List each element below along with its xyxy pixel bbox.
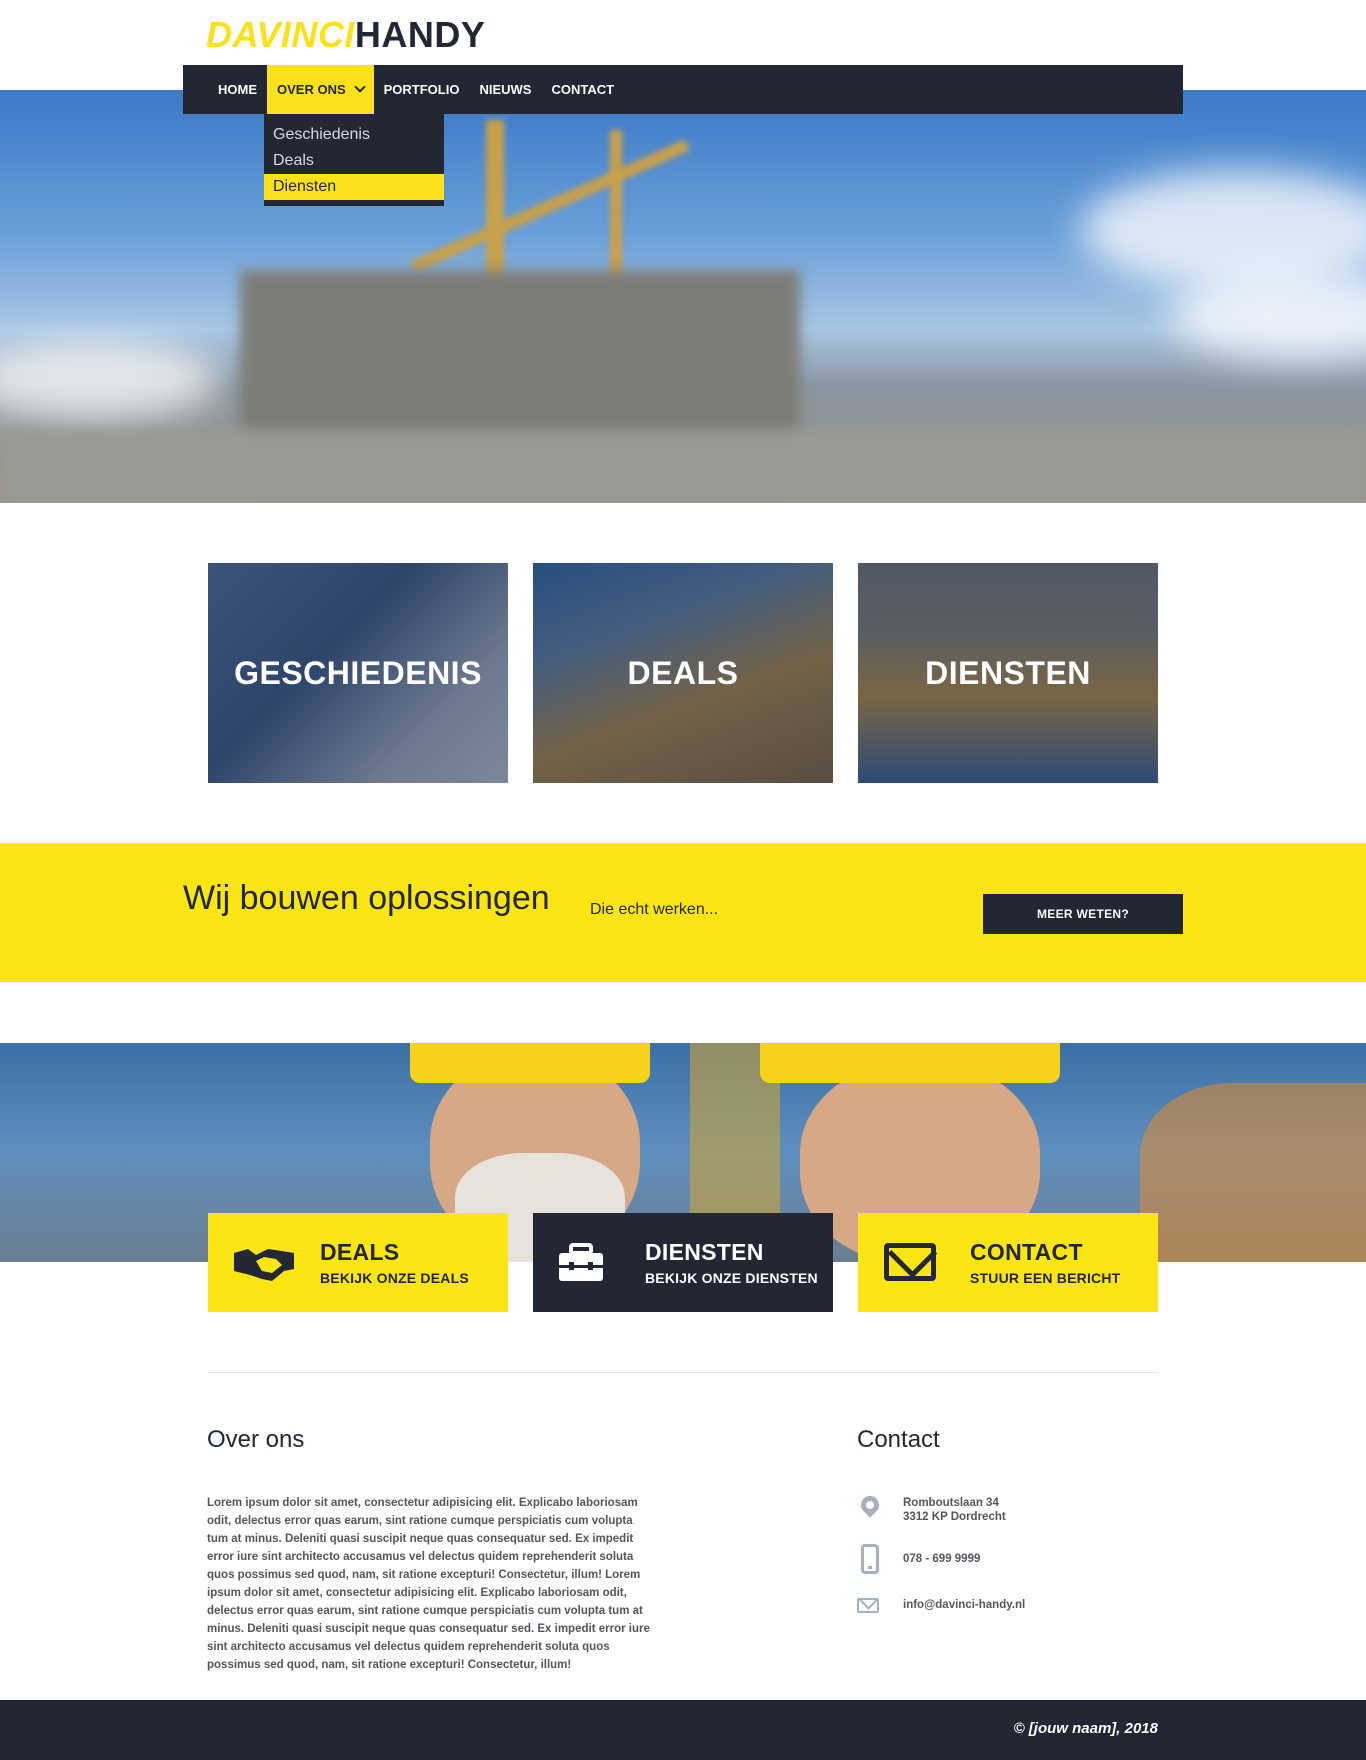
address-line2: 3312 KP Dordrecht	[903, 1511, 1006, 1523]
hero-image	[0, 90, 1366, 503]
over-ons-dropdown: Geschiedenis Deals Diensten	[264, 114, 444, 206]
location-pin-icon	[857, 1492, 883, 1518]
dropdown-item-deals[interactable]: Deals	[264, 148, 444, 174]
nav-home[interactable]: HOME	[208, 65, 267, 114]
toolbox-icon	[559, 1243, 603, 1281]
email-link[interactable]: info@davinci-handy.nl	[903, 1598, 1025, 1612]
action-subtitle: BEKIJK ONZE DIENSTEN	[645, 1270, 818, 1286]
action-deals[interactable]: DEALS BEKIJK ONZE DEALS	[208, 1213, 508, 1312]
envelope-icon	[857, 1598, 879, 1613]
contact-phone: 078 - 699 9999	[857, 1544, 980, 1574]
cta-subtitle: Die echt werken...	[590, 901, 719, 918]
contact-address: Romboutslaan 34 3312 KP Dordrecht	[857, 1492, 1006, 1524]
about-title: Over ons	[207, 1426, 305, 1453]
cta-title: Wij bouwen oplossingen	[183, 879, 550, 917]
tile-title: DIENSTEN	[925, 654, 1091, 691]
nav-over-ons[interactable]: OVER ONS	[267, 65, 374, 114]
tile-diensten[interactable]: DIENSTEN	[858, 563, 1158, 783]
mail-icon	[884, 1243, 936, 1281]
tile-geschiedenis[interactable]: GESCHIEDENIS	[208, 563, 508, 783]
logo-part1: DAVINCI	[206, 14, 355, 55]
meer-weten-button[interactable]: MEER WETEN?	[983, 894, 1183, 934]
dropdown-item-geschiedenis[interactable]: Geschiedenis	[264, 122, 444, 148]
chevron-down-icon	[353, 81, 366, 93]
logo-part2: HANDY	[354, 14, 486, 55]
nav-over-ons-label: OVER ONS	[277, 82, 346, 97]
dropdown-item-diensten[interactable]: Diensten	[264, 174, 444, 200]
action-title: CONTACT	[970, 1239, 1083, 1265]
contact-email: info@davinci-handy.nl	[857, 1594, 1025, 1620]
footer: © [jouw naam], 2018	[0, 1700, 1366, 1760]
about-text: Lorem ipsum dolor sit amet, consectetur …	[207, 1497, 650, 1671]
logo[interactable]: DAVINCIHANDY	[206, 10, 485, 60]
nav-nieuws[interactable]: NIEUWS	[469, 65, 541, 114]
divider	[208, 1372, 1158, 1373]
main-nav: HOME OVER ONS PORTFOLIO NIEUWS CONTACT	[183, 65, 1183, 114]
address-line1: Romboutslaan 34	[903, 1497, 999, 1509]
action-title: DEALS	[320, 1239, 400, 1265]
tile-title: DEALS	[627, 654, 739, 691]
action-subtitle: BEKIJK ONZE DEALS	[320, 1270, 469, 1286]
handshake-icon	[234, 1249, 294, 1281]
nav-contact[interactable]: CONTACT	[541, 65, 624, 114]
phone-number[interactable]: 078 - 699 9999	[903, 1552, 980, 1566]
tile-title: GESCHIEDENIS	[234, 654, 482, 691]
contact-title: Contact	[857, 1426, 940, 1453]
cta-band: Wij bouwen oplossingen Die echt werken..…	[0, 843, 1366, 982]
copyright: © [jouw naam], 2018	[1013, 1720, 1158, 1737]
action-contact[interactable]: CONTACT STUUR EEN BERICHT	[858, 1213, 1158, 1312]
action-diensten[interactable]: DIENSTEN BEKIJK ONZE DIENSTEN	[533, 1213, 833, 1312]
phone-icon	[861, 1544, 879, 1574]
tile-deals[interactable]: DEALS	[533, 563, 833, 783]
action-subtitle: STUUR EEN BERICHT	[970, 1270, 1121, 1286]
nav-portfolio[interactable]: PORTFOLIO	[374, 65, 470, 114]
action-title: DIENSTEN	[645, 1239, 764, 1265]
